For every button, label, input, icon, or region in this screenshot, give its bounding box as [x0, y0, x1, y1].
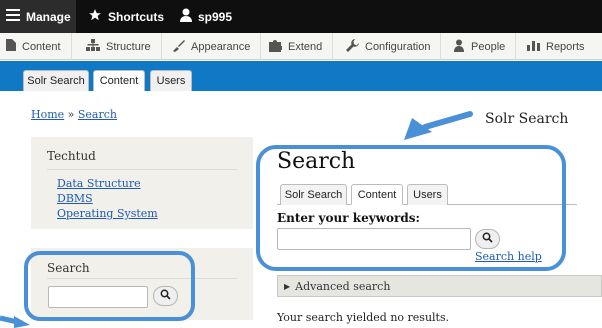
- sidebar-link-dbms[interactable]: DBMS: [57, 191, 158, 206]
- hamburger-icon: [6, 9, 20, 24]
- tray-label: Appearance: [191, 40, 251, 53]
- sidebar-block-techtud: Techtud Data Structure DBMS Operating Sy…: [31, 137, 253, 229]
- tray-label: Configuration: [365, 40, 431, 53]
- bar-chart-icon: [527, 39, 540, 54]
- tray-item-configuration[interactable]: Configuration: [346, 33, 442, 60]
- tray-label: Reports: [546, 40, 585, 53]
- block-title: Techtud: [47, 149, 96, 163]
- arrow-icon: [404, 111, 473, 140]
- advanced-search-label: Advanced search: [295, 279, 391, 293]
- tray-label: Structure: [106, 40, 151, 53]
- tray-label: People: [471, 40, 506, 53]
- advanced-search-toggle[interactable]: ▶ Advanced search: [277, 275, 602, 297]
- tray-label: Content: [22, 40, 61, 53]
- sidebar-link-data-structure[interactable]: Data Structure: [57, 176, 158, 191]
- breadcrumb-home-link[interactable]: Home: [31, 108, 64, 121]
- admin-tray: Content Structure Appearance Extend Conf…: [0, 33, 602, 60]
- page-header: Solr Search Content Users: [0, 61, 602, 91]
- breadcrumb-current-link[interactable]: Search: [78, 108, 117, 121]
- wrench-icon: [346, 38, 359, 55]
- tray-item-reports[interactable]: Reports: [527, 33, 595, 60]
- annotation-label: Solr Search: [485, 111, 569, 127]
- person-icon: [180, 8, 192, 25]
- triangle-right-icon: ▶: [284, 281, 291, 291]
- user-label: sp995: [198, 9, 233, 24]
- shortcuts-label: Shortcuts: [108, 9, 165, 24]
- header-tab-solr-search[interactable]: Solr Search: [23, 70, 89, 91]
- block-divider: [47, 169, 237, 170]
- user-button[interactable]: sp995: [180, 0, 232, 33]
- annotation-highlight-sidebar: [24, 251, 195, 321]
- arrow-icon: [0, 315, 30, 328]
- header-tab-users[interactable]: Users: [150, 70, 192, 91]
- annotation-highlight-main: [256, 145, 566, 271]
- no-results-message: Your search yielded no results.: [277, 311, 450, 324]
- header-tab-content[interactable]: Content: [93, 70, 145, 91]
- tray-item-appearance[interactable]: Appearance: [172, 33, 262, 60]
- breadcrumb-separator: »: [67, 108, 75, 121]
- tray-item-people[interactable]: People: [453, 33, 517, 60]
- puzzle-icon: [269, 39, 283, 55]
- tray-label: Extend: [288, 40, 323, 53]
- star-icon: [88, 8, 102, 25]
- tray-item-extend[interactable]: Extend: [269, 33, 334, 60]
- sitemap-icon: [86, 39, 100, 54]
- breadcrumb: Home » Search: [31, 108, 117, 121]
- manage-button[interactable]: Manage: [0, 0, 76, 33]
- admin-toolbar: Manage Shortcuts sp995: [0, 0, 602, 33]
- block-links: Data Structure DBMS Operating System: [57, 176, 158, 221]
- shortcuts-button[interactable]: Shortcuts: [88, 0, 164, 33]
- tray-item-content[interactable]: Content: [6, 33, 72, 60]
- sidebar-link-operating-system[interactable]: Operating System: [57, 206, 158, 221]
- brush-icon: [172, 39, 185, 55]
- document-icon: [6, 39, 16, 54]
- person-icon: [453, 39, 465, 55]
- tray-item-structure[interactable]: Structure: [86, 33, 162, 60]
- manage-label: Manage: [26, 9, 71, 24]
